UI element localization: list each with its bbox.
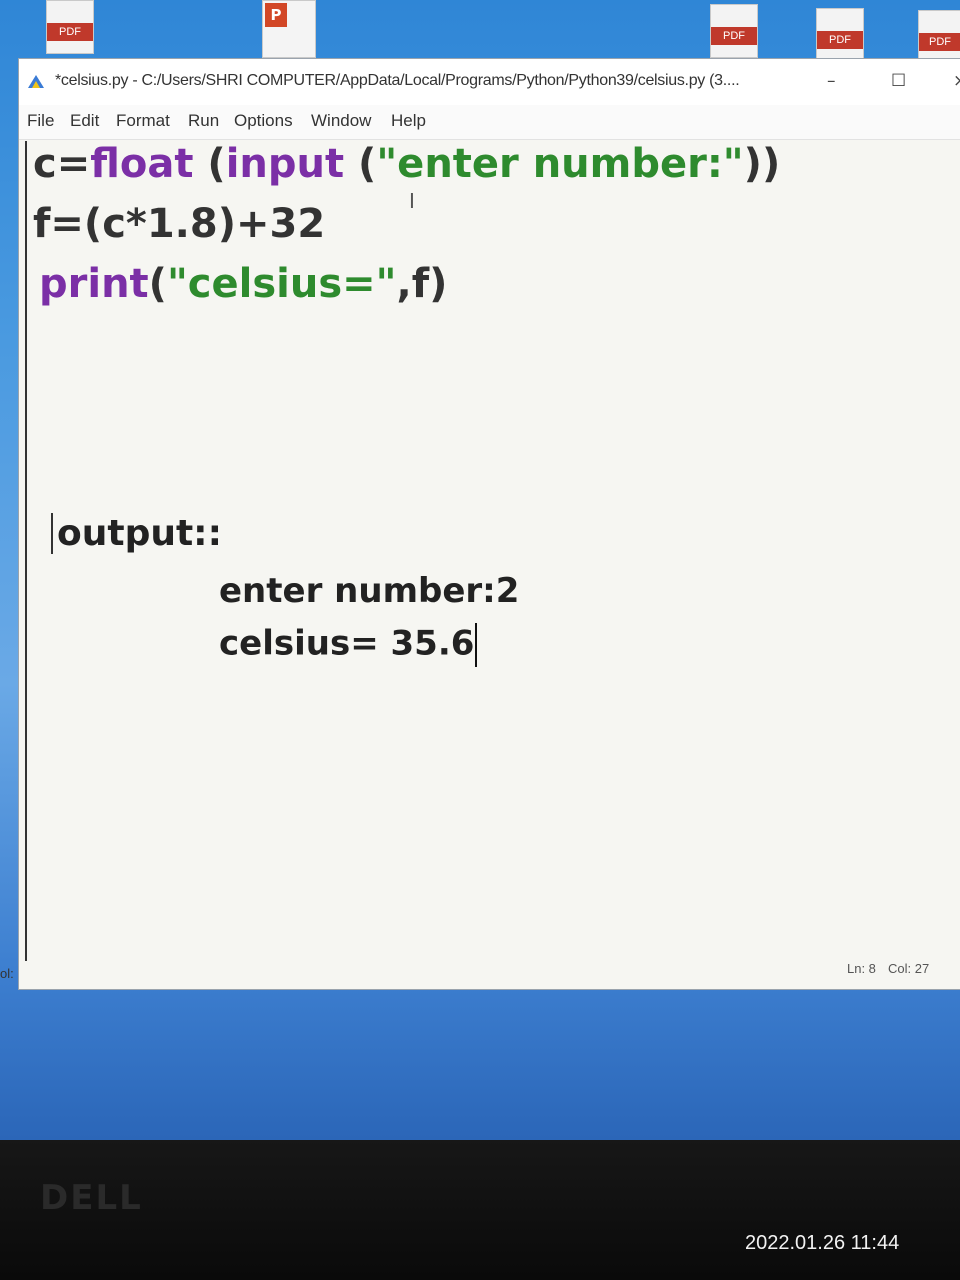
pdf-label: PDF bbox=[817, 31, 863, 49]
pdf-label: PDF bbox=[711, 27, 757, 45]
pdf-file-icon[interactable]: PDF bbox=[918, 10, 960, 64]
photo-timestamp: 2022.01.26 11:44 bbox=[745, 1232, 900, 1254]
text-cursor-icon: I bbox=[409, 189, 415, 213]
status-bar: Ln: 8 Col: 27 bbox=[19, 957, 960, 987]
ppt-letter: P bbox=[265, 3, 287, 27]
menu-edit[interactable]: Edit bbox=[70, 111, 99, 131]
pdf-file-icon[interactable]: PDF bbox=[46, 0, 94, 54]
column-number: Col: 27 bbox=[888, 961, 930, 976]
close-button[interactable]: × bbox=[953, 71, 960, 91]
menu-format[interactable]: Format bbox=[116, 111, 170, 131]
desktop-screen: PDF P PDF PDF PDF ol: 13 M *celsius.py -… bbox=[0, 0, 960, 1140]
code-line: c=float (input ("enter number:")) bbox=[33, 141, 781, 187]
idle-editor-window: *celsius.py - C:/Users/SHRI COMPUTER/App… bbox=[18, 58, 960, 990]
pdf-file-icon[interactable]: PDF bbox=[816, 8, 864, 62]
caret bbox=[475, 623, 478, 667]
keyword: input bbox=[225, 141, 345, 187]
menu-options[interactable]: Options bbox=[234, 111, 293, 131]
code-line: f=(c*1.8)+32 bbox=[33, 201, 326, 247]
output-label: output:: bbox=[51, 513, 222, 554]
keyword: float bbox=[90, 141, 194, 187]
window-title: *celsius.py - C:/Users/SHRI COMPUTER/App… bbox=[55, 72, 740, 89]
pdf-file-icon[interactable]: PDF bbox=[710, 4, 758, 58]
menu-run[interactable]: Run bbox=[188, 111, 219, 131]
output-line: celsius= 35.6 bbox=[219, 623, 478, 667]
pdf-label: PDF bbox=[919, 33, 960, 51]
title-bar[interactable]: *celsius.py - C:/Users/SHRI COMPUTER/App… bbox=[19, 59, 960, 105]
line-number: Ln: 8 bbox=[847, 961, 876, 976]
pdf-label: PDF bbox=[47, 23, 93, 41]
string-literal: "celsius=" bbox=[166, 261, 397, 307]
brand-logo: DELL bbox=[40, 1178, 143, 1218]
code-line: print("celsius=",f) bbox=[39, 261, 448, 307]
monitor-bezel bbox=[0, 1140, 960, 1280]
powerpoint-file-icon[interactable]: P bbox=[262, 0, 316, 58]
maximize-button[interactable]: ☐ bbox=[891, 71, 906, 91]
string-literal: "enter number:" bbox=[376, 141, 744, 187]
menu-window[interactable]: Window bbox=[311, 111, 371, 131]
output-line: enter number:2 bbox=[219, 571, 520, 611]
keyword: print bbox=[39, 261, 149, 307]
menu-help[interactable]: Help bbox=[391, 111, 426, 131]
idle-app-icon bbox=[28, 75, 44, 88]
menu-bar: File Edit Format Run Options Window Help bbox=[19, 105, 960, 140]
code-editor[interactable]: c=float (input ("enter number:")) I f=(c… bbox=[25, 141, 947, 961]
menu-file[interactable]: File bbox=[27, 111, 54, 131]
minimize-button[interactable]: – bbox=[827, 71, 836, 91]
